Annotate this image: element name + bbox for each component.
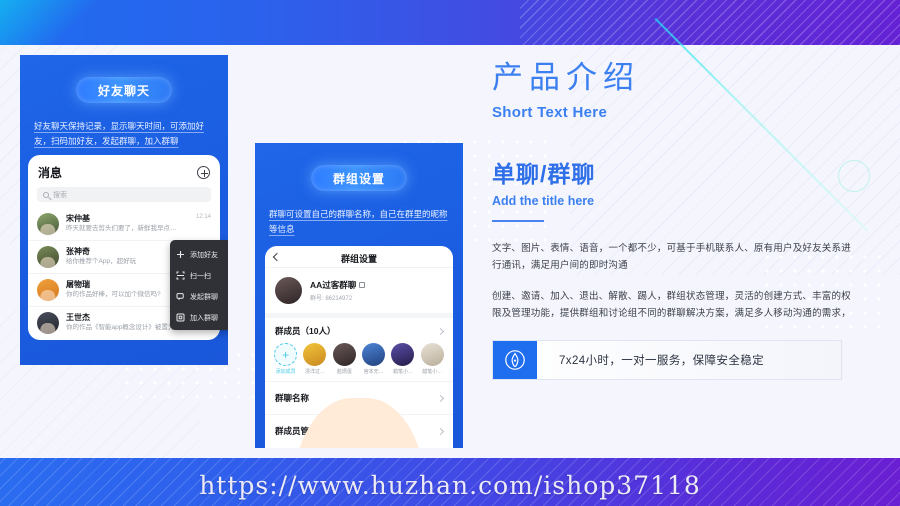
left-card-description: 好友聊天保持记录，显示聊天时间，可添加好友，扫码加好友，发起群聊，加入群聊 xyxy=(34,121,205,146)
member-label: 添加成员 xyxy=(275,369,296,375)
section-subtitle: Add the title here xyxy=(492,194,595,208)
group-settings-navbar: 群组设置 xyxy=(265,250,453,268)
chevron-right-icon xyxy=(436,394,445,402)
left-feature-card: 好友聊天 好友聊天保持记录，显示聊天时间，可添加好友，扫码加好友，发起群聊，加入… xyxy=(20,55,228,365)
chevron-left-icon[interactable] xyxy=(272,252,282,262)
group-settings-phone-screen: 群组设置 AA过客群聊 群号: 86214972 群成员（10人） + 添加成员… xyxy=(265,246,453,448)
messages-title: 消息 xyxy=(38,166,63,180)
top-band-stripes xyxy=(520,0,900,45)
edit-icon[interactable] xyxy=(359,282,366,288)
members-header[interactable]: 群成员（10人） xyxy=(265,318,453,341)
member-item[interactable]: 宫本无… xyxy=(361,343,386,375)
footer-url: https://www.huzhan.com/ishop37118 xyxy=(199,471,701,500)
page-subtitle: Short Text Here xyxy=(492,104,608,121)
paragraph-two: 创建、邀请、加入、退出、解散、踢人，群组状态管理，灵活的创建方式、丰富的权限及管… xyxy=(492,291,851,319)
row-label: 群聊名称 xyxy=(275,393,310,403)
chevron-right-icon xyxy=(436,327,445,335)
plus-icon xyxy=(176,250,185,259)
join-group-icon xyxy=(176,313,185,322)
mid-feature-card: 群组设置 群聊可设置自己的群聊名称，自己在群里的昵称等信息 群组设置 AA过客群… xyxy=(255,143,463,448)
menu-item-label: 添加好友 xyxy=(190,251,218,259)
member-label: 蜡笔小… xyxy=(422,369,443,375)
member-item[interactable]: 漂洋过… xyxy=(302,343,327,375)
group-avatar xyxy=(275,277,302,304)
search-icon xyxy=(43,191,49,198)
chat-group-icon xyxy=(176,292,185,301)
member-label: 蜡笔小… xyxy=(392,369,413,375)
group-id: 群号: 86214972 xyxy=(310,296,353,302)
menu-item-label: 加入群聊 xyxy=(190,314,218,322)
plus-icon: + xyxy=(274,343,298,366)
avatar xyxy=(420,343,444,366)
avatar xyxy=(37,246,59,268)
avatar xyxy=(332,343,356,366)
member-label: 漂洋过… xyxy=(304,369,325,375)
members-grid: + 添加成员 漂洋过… 盐焗蛋 宫本无… 蜡笔小… 蜡笔小… xyxy=(265,341,453,381)
mid-card-pill: 群组设置 xyxy=(311,165,407,191)
avatar xyxy=(362,343,386,366)
group-name: AA过客群聊 xyxy=(310,280,357,290)
section-title: 单聊/群聊 xyxy=(492,161,596,187)
members-title: 群成员（10人） xyxy=(275,326,336,336)
menu-item-scan[interactable]: 扫一扫 xyxy=(170,265,228,286)
member-label: 盐焗蛋 xyxy=(336,369,352,375)
search-placeholder: 搜索 xyxy=(53,191,67,199)
menu-item-label: 扫一扫 xyxy=(190,272,211,280)
member-item[interactable]: 盐焗蛋 xyxy=(332,343,357,375)
content-panel: 产品介绍 Short Text Here 单聊/群聊 Add the title… xyxy=(492,58,852,380)
chat-list-item[interactable]: 宋仲基 昨天就要去剪头们要了，新鲜我早点… 12:14 xyxy=(28,208,220,240)
chat-preview: 你的作品好棒，可以加个微信吗? xyxy=(66,291,161,298)
group-profile-row[interactable]: AA过客群聊 群号: 86214972 xyxy=(265,268,453,313)
avatar xyxy=(37,279,59,301)
title-underline xyxy=(492,220,544,222)
member-item[interactable]: 蜡笔小… xyxy=(420,343,445,375)
chevron-right-icon xyxy=(436,427,445,435)
add-menu-dropdown[interactable]: 添加好友 扫一扫 发起群聊 加入群聊 xyxy=(170,240,228,330)
page-title: 产品介绍 xyxy=(492,60,640,95)
member-add[interactable]: + 添加成员 xyxy=(273,343,298,375)
avatar xyxy=(303,343,327,366)
slide-canvas: 好友聊天 好友聊天保持记录，显示聊天时间，可添加好友，扫码加好友，发起群聊，加入… xyxy=(0,0,900,506)
chat-preview: 给你推荐个App，超好玩 xyxy=(66,258,137,265)
paragraph-one: 文字、图片、表情、语音，一个都不少，可基于手机联系人、原有用户及好友关系进行通讯… xyxy=(492,243,851,271)
group-name-wrap: AA过客群聊 xyxy=(310,279,366,291)
banner-text: 7x24小时，一对一服务，保障安全稳定 xyxy=(559,355,765,367)
plus-circle-icon[interactable] xyxy=(197,166,210,179)
chat-name: 张神奇 xyxy=(66,247,90,256)
menu-item-add-friend[interactable]: 添加好友 xyxy=(170,244,228,265)
chat-time: 12:14 xyxy=(195,214,211,220)
messages-header: 消息 xyxy=(28,155,220,185)
avatar xyxy=(391,343,415,366)
avatar xyxy=(37,312,59,334)
chat-name: 屠物瑞 xyxy=(66,280,90,289)
chat-preview: 昨天就要去剪头们要了，新鲜我早点… xyxy=(66,225,177,232)
member-item[interactable]: 蜡笔小… xyxy=(390,343,415,375)
mid-card-description: 群聊可设置自己的群聊名称，自己在群里的昵称等信息 xyxy=(269,209,448,234)
avatar xyxy=(37,213,59,235)
chat-name: 宋仲基 xyxy=(66,214,90,223)
nav-title: 群组设置 xyxy=(340,254,377,264)
left-card-pill: 好友聊天 xyxy=(76,77,172,103)
member-label: 宫本无… xyxy=(363,369,384,375)
menu-item-start-group-chat[interactable]: 发起群聊 xyxy=(170,286,228,307)
menu-item-join-group-chat[interactable]: 加入群聊 xyxy=(170,307,228,328)
top-gradient-band xyxy=(0,0,900,45)
search-input[interactable]: 搜索 xyxy=(37,187,211,202)
scan-icon xyxy=(176,271,185,280)
menu-item-label: 发起群聊 xyxy=(190,293,218,301)
highlight-banner: 7x24小时，一对一服务，保障安全稳定 xyxy=(492,340,842,380)
diamond-badge-icon xyxy=(493,341,537,379)
